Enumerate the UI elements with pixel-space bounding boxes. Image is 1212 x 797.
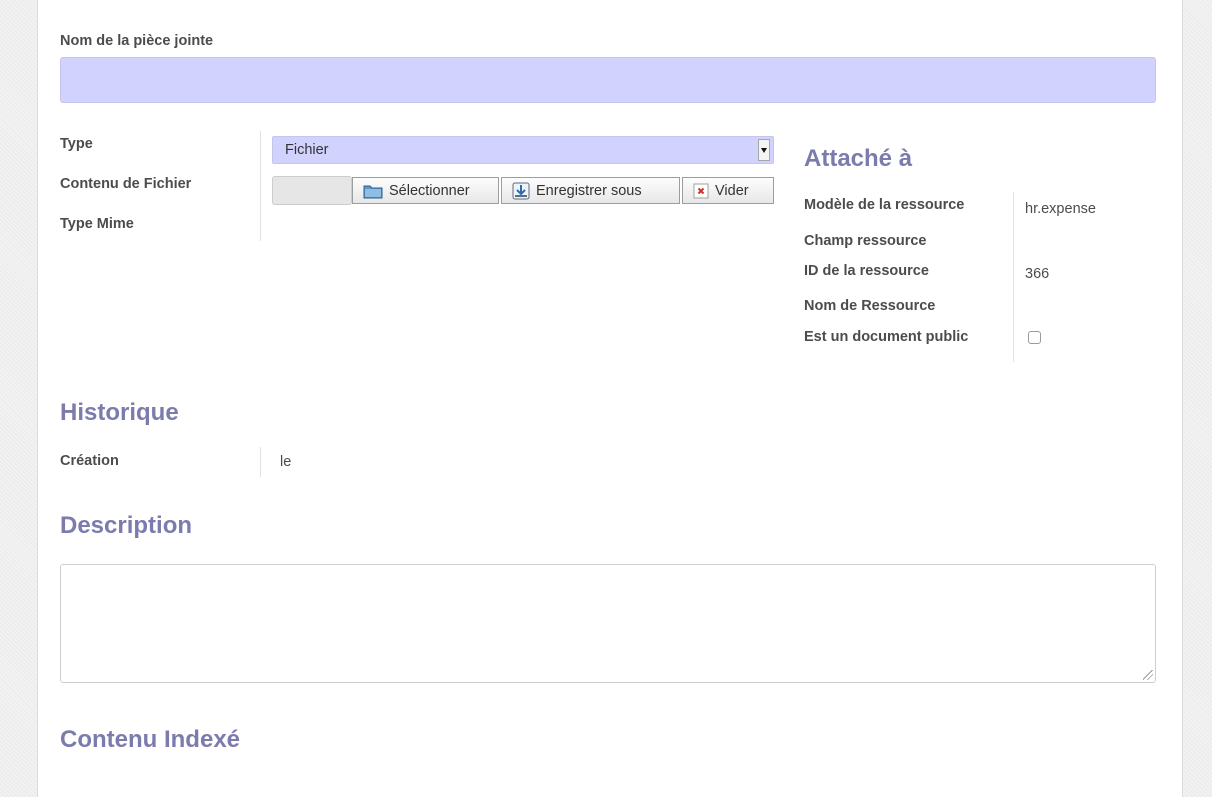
history-divider xyxy=(260,447,261,477)
select-file-button[interactable]: Sélectionner xyxy=(352,177,499,204)
description-textarea[interactable] xyxy=(60,564,1156,683)
save-as-label: Enregistrer sous xyxy=(536,182,642,199)
type-label: Type xyxy=(60,136,93,152)
file-name-box xyxy=(272,176,352,205)
resource-name-label: Nom de Ressource xyxy=(804,298,936,314)
close-icon xyxy=(693,183,709,199)
description-title: Description xyxy=(60,512,193,539)
creation-value: le xyxy=(280,454,292,470)
resource-field-label: Champ ressource xyxy=(804,233,927,249)
resource-id-value: 366 xyxy=(1025,266,1050,282)
type-select[interactable]: Fichier xyxy=(272,136,774,164)
public-document-checkbox[interactable] xyxy=(1028,331,1041,344)
resource-id-label: ID de la ressource xyxy=(804,263,929,279)
attachment-name-label: Nom de la pièce jointe xyxy=(60,33,214,49)
attached-to-title: Attaché à xyxy=(804,145,913,172)
indexed-content-title: Contenu Indexé xyxy=(60,726,241,753)
resource-model-label: Modèle de la ressource xyxy=(804,197,965,213)
history-title: Historique xyxy=(60,399,179,426)
label-divider xyxy=(260,131,261,241)
clear-label: Vider xyxy=(715,182,749,199)
resize-handle[interactable] xyxy=(1143,670,1153,680)
creation-label: Création xyxy=(60,453,119,469)
file-content-label: Contenu de Fichier xyxy=(60,176,192,192)
save-as-button[interactable]: Enregistrer sous xyxy=(501,177,680,204)
attached-divider xyxy=(1013,192,1014,362)
chevron-down-icon xyxy=(758,139,770,161)
clear-button[interactable]: Vider xyxy=(682,177,774,204)
download-icon xyxy=(512,182,530,200)
public-document-label: Est un document public xyxy=(804,329,969,345)
folder-icon xyxy=(363,183,383,199)
mime-type-label: Type Mime xyxy=(60,216,134,232)
form-sheet: Nom de la pièce jointe Type Contenu de F… xyxy=(37,0,1183,797)
resource-model-value: hr.expense xyxy=(1025,201,1096,217)
select-file-label: Sélectionner xyxy=(389,182,470,199)
type-select-value: Fichier xyxy=(285,142,329,158)
attachment-name-input[interactable] xyxy=(60,57,1156,103)
